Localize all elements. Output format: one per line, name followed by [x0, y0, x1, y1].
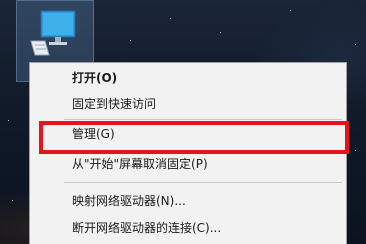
context-menu: 打开(O) 固定到快速访问 管理(G) 从"开始"屏幕取消固定(P) 映射网络驱…	[29, 62, 347, 244]
menu-item-unpin-from-start[interactable]: 从"开始"屏幕取消固定(P)	[30, 153, 346, 175]
star	[130, 40, 131, 41]
star	[220, 32, 221, 33]
star	[170, 18, 171, 19]
menu-item-open[interactable]: 打开(O)	[30, 67, 346, 89]
menu-separator	[64, 182, 342, 183]
menu-item-manage[interactable]: 管理(G)	[30, 123, 346, 145]
star	[290, 10, 291, 11]
menu-separator	[64, 119, 342, 120]
star	[355, 44, 356, 45]
menu-item-disconnect-network-drive[interactable]: 断开网络驱动器的连接(C)...	[30, 217, 346, 239]
star	[12, 200, 13, 201]
star	[355, 150, 356, 151]
menu-item-map-network-drive[interactable]: 映射网络驱动器(N)...	[30, 190, 346, 212]
star	[8, 120, 9, 121]
this-pc-icon	[30, 10, 76, 56]
menu-item-pin-to-quick-access[interactable]: 固定到快速访问	[30, 93, 346, 115]
